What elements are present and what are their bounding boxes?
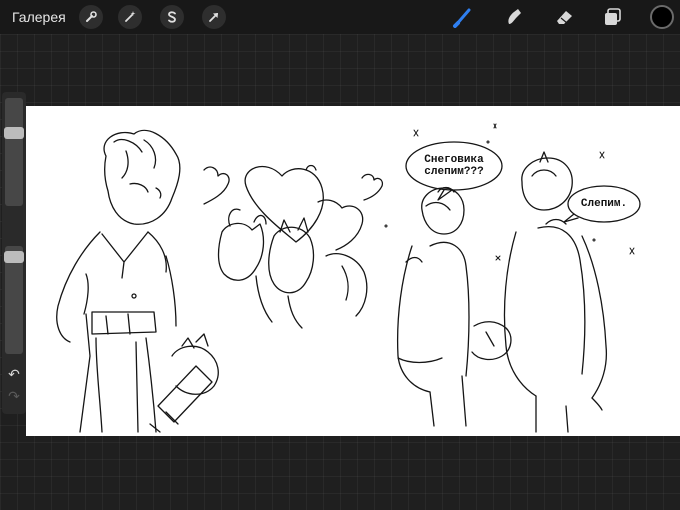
sketch-artwork xyxy=(56,123,641,433)
brush-opacity-thumb[interactable] xyxy=(4,251,24,263)
transform-button[interactable] xyxy=(202,5,226,29)
selection-button[interactable] xyxy=(160,5,184,29)
undo-button[interactable]: ↶ xyxy=(4,366,24,384)
brush-tool-button[interactable] xyxy=(450,4,476,30)
layers-button[interactable] xyxy=(600,4,626,30)
undo-arrow-icon: ↶ xyxy=(8,366,20,382)
eraser-tool-button[interactable] xyxy=(551,4,577,30)
speech-bubble-2-text: Слепим. xyxy=(580,198,628,210)
actions-button[interactable] xyxy=(79,5,103,29)
magic-wand-icon xyxy=(125,11,136,22)
redo-button[interactable]: ↷ xyxy=(4,388,24,406)
brush-size-thumb[interactable] xyxy=(4,127,24,139)
color-picker-button[interactable] xyxy=(650,5,674,29)
arrow-cursor-icon xyxy=(209,13,218,22)
adjustments-button[interactable] xyxy=(118,5,142,29)
sketch-character-left xyxy=(56,129,219,433)
smudge-icon xyxy=(508,9,521,24)
speech-bubble-1-line-1: Снеговика xyxy=(424,154,484,166)
speech-bubble-1-line-2: слепим??? xyxy=(424,166,484,178)
drawing-canvas[interactable]: Снеговика слепим??? Слепим. xyxy=(26,106,680,436)
sketch-sparkles xyxy=(384,123,635,261)
eraser-icon xyxy=(557,11,572,24)
layers-icon xyxy=(605,8,621,25)
wrench-icon xyxy=(86,11,97,22)
selection-s-icon xyxy=(168,11,176,23)
smudge-tool-button[interactable] xyxy=(501,4,527,30)
redo-arrow-icon: ↷ xyxy=(8,388,20,404)
gallery-button[interactable]: Галерея xyxy=(12,9,66,25)
sketch-heart-animals xyxy=(203,164,384,329)
brush-size-slider[interactable] xyxy=(4,98,24,206)
side-toolbar: ↶ ↷ xyxy=(2,92,26,414)
top-toolbar: Галерея xyxy=(0,0,680,34)
brush-icon xyxy=(453,8,471,28)
brush-opacity-slider[interactable] xyxy=(4,246,24,354)
speech-bubble-1-text: Снеговика слепим??? xyxy=(412,154,496,178)
